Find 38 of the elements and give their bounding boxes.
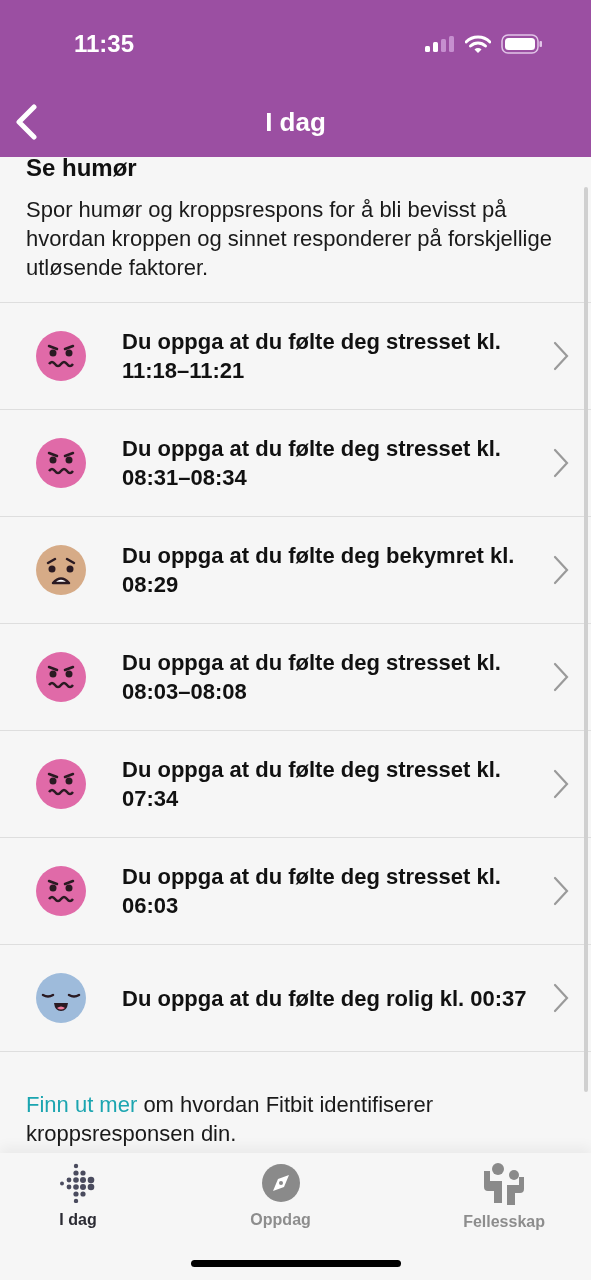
stressed-face-icon: [36, 331, 86, 381]
stressed-face-icon: [36, 652, 86, 702]
stressed-face-icon: [36, 759, 86, 809]
mood-entry[interactable]: Du oppga at du følte deg stresset kl. 08:03–08:08: [0, 624, 591, 731]
chevron-icon: [553, 555, 569, 585]
mood-entry-text: Du oppga at du følte deg bekymret kl. 08:29: [122, 542, 516, 599]
mood-entry[interactable]: Du oppga at du følte deg stresset kl. 06:03: [0, 838, 591, 945]
chevron-icon: [553, 662, 569, 692]
stressed-face-icon: [36, 866, 86, 916]
compass-icon: [260, 1163, 301, 1203]
worried-face-icon: [36, 545, 86, 595]
tab[interactable]: I dag: [58, 1163, 98, 1237]
mood-entry[interactable]: Du oppga at du følte deg bekymret kl. 08:29: [0, 517, 591, 624]
mood-entry[interactable]: Du oppga at du følte deg rolig kl. 00:37: [0, 945, 591, 1052]
chevron-icon: [553, 769, 569, 799]
stressed-face-icon: [36, 438, 86, 488]
mood-entry[interactable]: Du oppga at du følte deg stresset kl. 11:18–11:21: [0, 303, 591, 410]
mood-entry-text: Du oppga at du følte deg stresset kl. 07:34: [122, 756, 502, 813]
calm-face-icon: [36, 973, 86, 1023]
chevron-icon: [553, 448, 569, 478]
mood-entry-text: Du oppga at du følte deg stresset kl. 08:31–08:34: [122, 435, 502, 492]
mood-entry[interactable]: Du oppga at du følte deg stresset kl. 07:34: [0, 731, 591, 838]
section-description: Spor humør og kroppsrespons for å bli bevisst på hvordan kroppen og sinnet responderer på forskjellige utløsende faktorer.: [26, 196, 553, 282]
screen-title: I dag: [265, 107, 326, 138]
learn-more-text: Finn ut mer om hvordan Fitbit identifiserer kroppsresponsen din.: [25, 1091, 435, 1148]
mood-entry-text: Du oppga at du følte deg stresset kl. 11:18–11:21: [122, 328, 502, 385]
chevron-icon: [553, 876, 569, 906]
mood-entry-text: Du oppga at du følte deg stresset kl. 06:03: [122, 863, 502, 920]
signal-icon: [425, 36, 455, 52]
wifi-icon: [465, 34, 491, 54]
chevron-icon: [553, 341, 569, 371]
mood-entry-text: Du oppga at du følte deg rolig kl. 00:37: [122, 984, 528, 1013]
mood-entry[interactable]: Du oppga at du følte deg stresset kl. 08:31–08:34: [0, 410, 591, 517]
battery-icon: [501, 34, 543, 54]
mood-entry-text: Du oppga at du følte deg stresset kl. 08:03–08:08: [122, 649, 502, 706]
section-title: Se humør: [26, 157, 138, 181]
status-time: 11:35: [74, 30, 135, 58]
chevron-icon: [553, 983, 569, 1013]
